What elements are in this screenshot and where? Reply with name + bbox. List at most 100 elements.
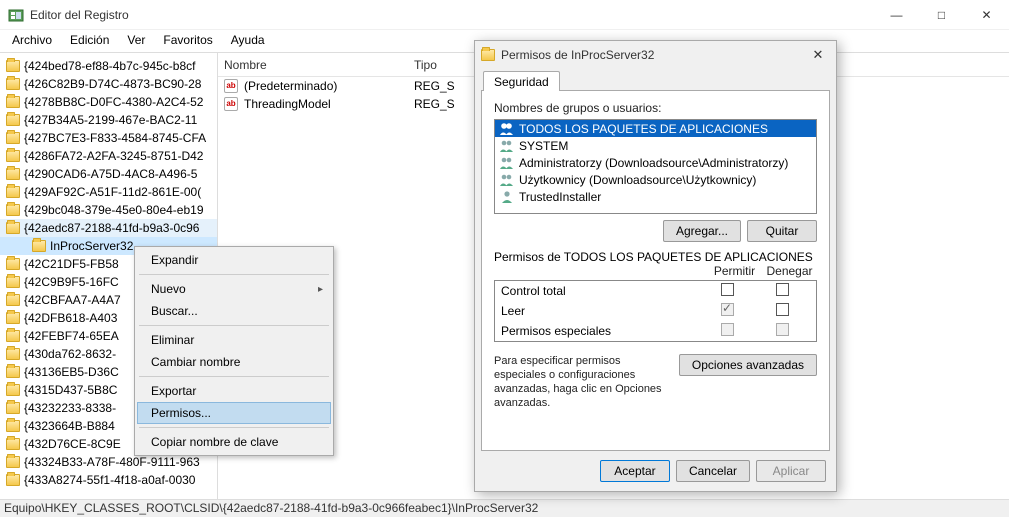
permissions-table: Control total Leer Permisos especiales: [494, 280, 817, 342]
separator: [139, 325, 329, 326]
close-button[interactable]: ✕: [964, 0, 1009, 30]
user-item[interactable]: Użytkownicy (Downloadsource\Użytkownicy): [495, 171, 816, 188]
ctx-delete[interactable]: Eliminar: [137, 329, 331, 351]
separator: [139, 376, 329, 377]
tree-item[interactable]: {429bc048-379e-45e0-80e4-eb19: [0, 201, 217, 219]
tree-item[interactable]: {427BC7E3-F833-4584-8745-CFA: [0, 129, 217, 147]
ctx-copy-key-name[interactable]: Copiar nombre de clave: [137, 431, 331, 453]
apply-button[interactable]: Aplicar: [756, 460, 826, 482]
folder-icon: [6, 384, 20, 396]
allow-checkbox[interactable]: [721, 303, 734, 316]
folder-icon: [6, 438, 20, 450]
deny-header: Denegar: [762, 264, 817, 278]
value-type: REG_S: [414, 97, 455, 111]
folder-icon: [6, 276, 20, 288]
user-label: SYSTEM: [519, 139, 568, 153]
ctx-expand[interactable]: Expandir: [137, 249, 331, 271]
tree-item[interactable]: {4278BB8C-D0FC-4380-A2C4-52: [0, 93, 217, 111]
value-type: REG_S: [414, 79, 455, 93]
value-name: ThreadingModel: [244, 97, 414, 111]
ctx-new[interactable]: Nuevo: [137, 278, 331, 300]
tree-item[interactable]: {433A8274-55f1-4f18-a0af-0030: [0, 471, 217, 489]
user-item-selected[interactable]: TODOS LOS PAQUETES DE APLICACIONES: [495, 120, 816, 137]
group-icon: [499, 139, 515, 153]
window-title: Editor del Registro: [30, 8, 874, 22]
deny-checkbox: [776, 323, 789, 336]
folder-icon: [6, 132, 20, 144]
maximize-button[interactable]: □: [919, 0, 964, 30]
folder-icon: [6, 258, 20, 270]
tree-item[interactable]: {429AF92C-A51F-11d2-861E-00(: [0, 183, 217, 201]
allow-checkbox[interactable]: [721, 283, 734, 296]
folder-icon: [6, 168, 20, 180]
folder-icon: [6, 96, 20, 108]
folder-icon: [6, 60, 20, 72]
add-button[interactable]: Agregar...: [663, 220, 741, 242]
tab-body: Nombres de grupos o usuarios: TODOS LOS …: [481, 90, 830, 451]
folder-icon: [32, 240, 46, 252]
users-listbox[interactable]: TODOS LOS PAQUETES DE APLICACIONES SYSTE…: [494, 119, 817, 214]
perm-name: Leer: [501, 304, 700, 318]
user-label: Użytkownicy (Downloadsource\Użytkownicy): [519, 173, 756, 187]
tree-item[interactable]: {4286FA72-A2FA-3245-8751-D42: [0, 147, 217, 165]
menu-favorites[interactable]: Favoritos: [155, 31, 220, 49]
ctx-find[interactable]: Buscar...: [137, 300, 331, 322]
cancel-button[interactable]: Cancelar: [676, 460, 750, 482]
user-item[interactable]: SYSTEM: [495, 137, 816, 154]
user-icon: [499, 190, 515, 204]
allow-checkbox: [721, 323, 734, 336]
folder-icon: [6, 294, 20, 306]
user-item[interactable]: Administratorzy (Downloadsource\Administ…: [495, 154, 816, 171]
ctx-export[interactable]: Exportar: [137, 380, 331, 402]
folder-icon: [6, 402, 20, 414]
string-icon: ab: [224, 97, 238, 111]
col-name[interactable]: Nombre: [224, 58, 414, 72]
window-buttons: — □ ✕: [874, 0, 1009, 30]
folder-icon: [6, 312, 20, 324]
advanced-button[interactable]: Opciones avanzadas: [679, 354, 817, 376]
folder-icon: [6, 474, 20, 486]
perm-row: Leer: [495, 301, 816, 321]
user-item[interactable]: TrustedInstaller: [495, 188, 816, 205]
perm-row: Permisos especiales: [495, 321, 816, 341]
dialog-footer: Aceptar Cancelar Aplicar: [475, 451, 836, 491]
dialog-close-button[interactable]: ✕: [806, 47, 830, 63]
menu-file[interactable]: Archivo: [4, 31, 60, 49]
tabstrip: Seguridad: [475, 69, 836, 91]
dialog-title: Permisos de InProcServer32: [501, 48, 806, 62]
menu-view[interactable]: Ver: [119, 31, 153, 49]
group-icon: [499, 122, 515, 136]
folder-icon: [6, 456, 20, 468]
user-label: Administratorzy (Downloadsource\Administ…: [519, 156, 788, 170]
deny-checkbox[interactable]: [776, 303, 789, 316]
tree-item[interactable]: {42aedc87-2188-41fd-b9a3-0c96: [0, 219, 217, 237]
ctx-rename[interactable]: Cambiar nombre: [137, 351, 331, 373]
ctx-permissions[interactable]: Permisos...: [137, 402, 331, 424]
folder-icon: [6, 114, 20, 126]
group-icon: [499, 156, 515, 170]
menu-edit[interactable]: Edición: [62, 31, 117, 49]
perm-name: Permisos especiales: [501, 324, 700, 338]
minimize-button[interactable]: —: [874, 0, 919, 30]
deny-checkbox[interactable]: [776, 283, 789, 296]
perm-row: Control total: [495, 281, 816, 301]
folder-icon: [6, 186, 20, 198]
perm-name: Control total: [501, 284, 700, 298]
user-label: TrustedInstaller: [519, 190, 601, 204]
folder-icon: [6, 150, 20, 162]
menu-help[interactable]: Ayuda: [223, 31, 273, 49]
value-name: (Predeterminado): [244, 79, 414, 93]
ok-button[interactable]: Aceptar: [600, 460, 670, 482]
tree-item[interactable]: {424bed78-ef88-4b7c-945c-b8cf: [0, 57, 217, 75]
tab-security[interactable]: Seguridad: [483, 71, 560, 91]
group-icon: [499, 173, 515, 187]
tree-item[interactable]: {427B34A5-2199-467e-BAC2-11: [0, 111, 217, 129]
tree-item[interactable]: {4290CAD6-A75D-4AC8-A496-5: [0, 165, 217, 183]
folder-icon: [6, 204, 20, 216]
dialog-titlebar: Permisos de InProcServer32 ✕: [475, 41, 836, 69]
titlebar: Editor del Registro — □ ✕: [0, 0, 1009, 30]
statusbar: Equipo\HKEY_CLASSES_ROOT\CLSID\{42aedc87…: [0, 499, 1009, 517]
remove-button[interactable]: Quitar: [747, 220, 817, 242]
string-icon: ab: [224, 79, 238, 93]
tree-item[interactable]: {426C82B9-D74C-4873-BC90-28: [0, 75, 217, 93]
